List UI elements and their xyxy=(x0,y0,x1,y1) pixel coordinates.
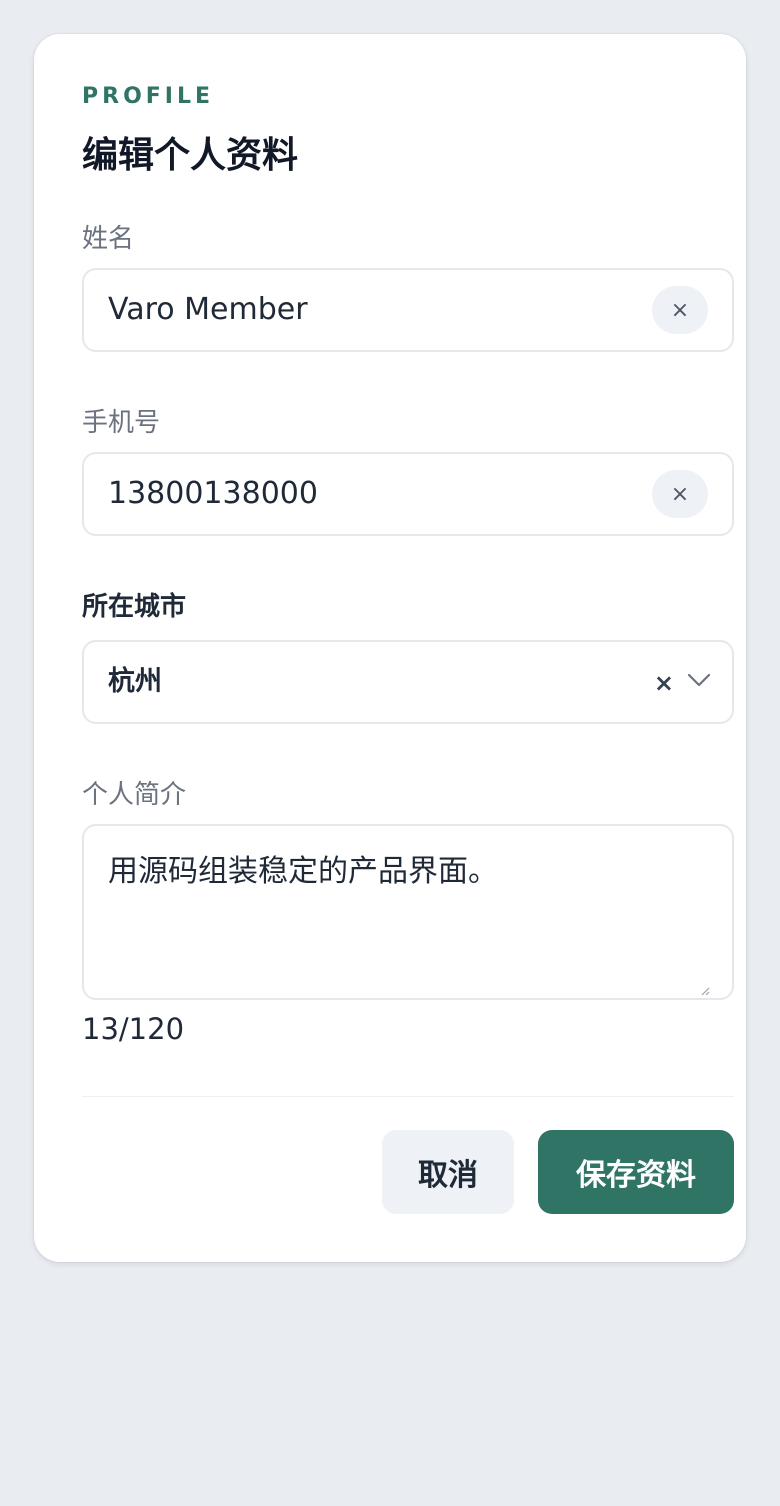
bio-value: 用源码组装稳定的产品界面。 xyxy=(108,854,498,889)
city-label: 所在城市 xyxy=(82,592,187,622)
name-input[interactable]: Varo Member × xyxy=(82,268,734,352)
profile-card: PROFILE 编辑个人资料 姓名 Varo Member × 手机号 1380… xyxy=(34,34,746,1262)
close-icon: × xyxy=(653,669,674,697)
cancel-button[interactable]: 取消 xyxy=(382,1130,514,1214)
phone-clear-button[interactable]: × xyxy=(652,470,708,518)
bio-char-counter: 13/120 xyxy=(82,1012,185,1046)
city-clear-button[interactable]: × xyxy=(654,642,674,722)
name-value: Varo Member xyxy=(108,292,308,327)
close-icon: × xyxy=(670,481,690,507)
bio-textarea[interactable]: 用源码组装稳定的产品界面。 xyxy=(82,824,734,1000)
phone-value: 13800138000 xyxy=(108,476,318,511)
actions-divider xyxy=(82,1096,734,1097)
name-clear-button[interactable]: × xyxy=(652,286,708,334)
resize-handle-icon[interactable] xyxy=(700,986,710,996)
chevron-down-icon[interactable] xyxy=(686,670,712,690)
phone-label: 手机号 xyxy=(82,408,161,438)
bio-label: 个人简介 xyxy=(82,780,187,810)
save-profile-button[interactable]: 保存资料 xyxy=(538,1130,734,1214)
name-label: 姓名 xyxy=(82,224,135,254)
section-eyebrow: PROFILE xyxy=(82,84,215,109)
page-title: 编辑个人资料 xyxy=(82,135,299,176)
phone-input[interactable]: 13800138000 × xyxy=(82,452,734,536)
city-select[interactable]: 杭州 × xyxy=(82,640,734,724)
close-icon: × xyxy=(670,297,690,323)
city-value: 杭州 xyxy=(108,666,162,697)
